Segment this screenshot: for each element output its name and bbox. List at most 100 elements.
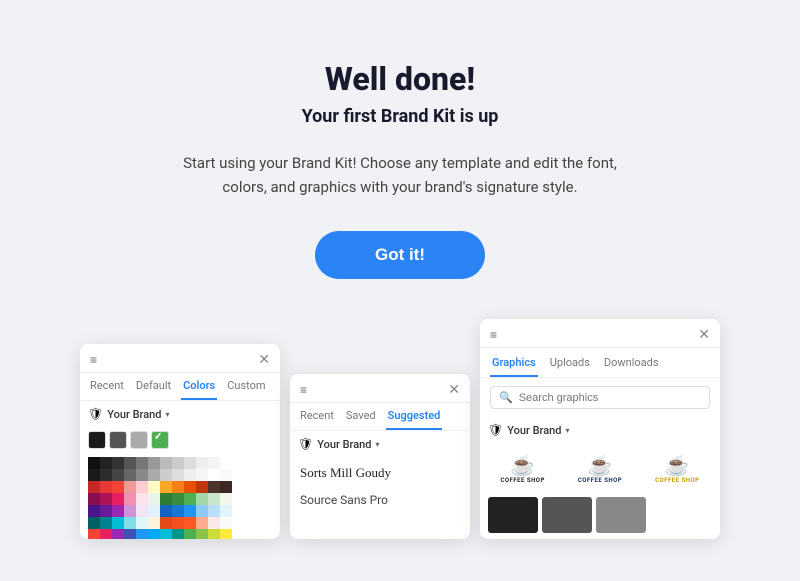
tab-custom[interactable]: Custom: [225, 379, 267, 400]
palette-cell[interactable]: [112, 481, 124, 493]
palette-cell[interactable]: [100, 529, 112, 539]
palette-cell[interactable]: [160, 481, 172, 493]
palette-cell[interactable]: [148, 529, 160, 539]
palette-cell[interactable]: [196, 529, 208, 539]
palette-cell[interactable]: [112, 505, 124, 517]
swatch-gray[interactable]: [130, 431, 148, 449]
palette-cell[interactable]: [148, 457, 160, 469]
logo-item-gold[interactable]: ☕ COFFEE SHOP: [651, 447, 703, 489]
palette-cell[interactable]: [88, 481, 100, 493]
palette-cell[interactable]: [100, 469, 112, 481]
palette-cell[interactable]: [184, 457, 196, 469]
palette-cell[interactable]: [160, 529, 172, 539]
palette-cell[interactable]: [196, 505, 208, 517]
tab-colors[interactable]: Colors: [181, 379, 217, 400]
palette-cell[interactable]: [184, 529, 196, 539]
brand-selector[interactable]: 🛡 Your Brand ▾: [80, 401, 280, 427]
palette-cell[interactable]: [136, 481, 148, 493]
palette-cell[interactable]: [160, 505, 172, 517]
palette-cell[interactable]: [88, 517, 100, 529]
tab-uploads[interactable]: Uploads: [548, 356, 592, 377]
close-icon[interactable]: ✕: [258, 352, 270, 368]
palette-cell[interactable]: [208, 457, 220, 469]
palette-cell[interactable]: [124, 457, 136, 469]
tab-recent[interactable]: Recent: [88, 379, 126, 400]
palette-cell[interactable]: [208, 469, 220, 481]
logo-item-navy[interactable]: ☕ COFFEE SHOP: [574, 447, 626, 489]
palette-cell[interactable]: [184, 493, 196, 505]
close-icon-mid[interactable]: ✕: [448, 382, 460, 398]
palette-cell[interactable]: [172, 457, 184, 469]
palette-cell[interactable]: [220, 517, 232, 529]
palette-cell[interactable]: [124, 505, 136, 517]
close-icon-right[interactable]: ✕: [698, 327, 710, 343]
tab-graphics[interactable]: Graphics: [490, 356, 538, 377]
palette-cell[interactable]: [148, 505, 160, 517]
palette-cell[interactable]: [208, 529, 220, 539]
palette-cell[interactable]: [220, 505, 232, 517]
palette-cell[interactable]: [88, 529, 100, 539]
palette-cell[interactable]: [184, 481, 196, 493]
palette-cell[interactable]: [148, 469, 160, 481]
palette-cell[interactable]: [88, 457, 100, 469]
palette-cell[interactable]: [172, 493, 184, 505]
palette-cell[interactable]: [196, 457, 208, 469]
brand-selector-mid[interactable]: 🛡 Your Brand ▾: [290, 431, 470, 457]
palette-cell[interactable]: [220, 529, 232, 539]
palette-cell[interactable]: [100, 481, 112, 493]
palette-cell[interactable]: [124, 517, 136, 529]
got-it-button[interactable]: Got it!: [315, 231, 485, 279]
palette-cell[interactable]: [160, 493, 172, 505]
palette-cell[interactable]: [220, 469, 232, 481]
palette-cell[interactable]: [172, 469, 184, 481]
swatch-dark[interactable]: [109, 431, 127, 449]
tab-saved[interactable]: Saved: [344, 409, 378, 430]
palette-cell[interactable]: [112, 469, 124, 481]
palette-cell[interactable]: [100, 493, 112, 505]
swatch-black[interactable]: [88, 431, 106, 449]
palette-cell[interactable]: [148, 481, 160, 493]
palette-cell[interactable]: [208, 481, 220, 493]
search-bar[interactable]: 🔍: [490, 386, 710, 409]
palette-cell[interactable]: [124, 469, 136, 481]
palette-cell[interactable]: [136, 517, 148, 529]
palette-cell[interactable]: [160, 517, 172, 529]
palette-cell[interactable]: [148, 517, 160, 529]
palette-cell[interactable]: [160, 457, 172, 469]
palette-cell[interactable]: [196, 481, 208, 493]
brand-selector-right[interactable]: 🛡 Your Brand ▾: [480, 417, 720, 443]
palette-cell[interactable]: [208, 517, 220, 529]
palette-cell[interactable]: [136, 469, 148, 481]
swatch-green-checked[interactable]: ✓: [151, 431, 169, 449]
search-input[interactable]: [519, 392, 701, 404]
palette-cell[interactable]: [208, 493, 220, 505]
palette-cell[interactable]: [112, 493, 124, 505]
palette-cell[interactable]: [88, 469, 100, 481]
palette-cell[interactable]: [172, 517, 184, 529]
palette-cell[interactable]: [184, 517, 196, 529]
palette-cell[interactable]: [196, 469, 208, 481]
tab-suggested[interactable]: Suggested: [386, 409, 443, 430]
palette-cell[interactable]: [88, 493, 100, 505]
palette-cell[interactable]: [172, 505, 184, 517]
palette-cell[interactable]: [220, 457, 232, 469]
palette-cell[interactable]: [220, 481, 232, 493]
palette-cell[interactable]: [124, 529, 136, 539]
palette-cell[interactable]: [136, 493, 148, 505]
palette-cell[interactable]: [208, 505, 220, 517]
palette-cell[interactable]: [124, 493, 136, 505]
palette-cell[interactable]: [136, 505, 148, 517]
palette-cell[interactable]: [136, 457, 148, 469]
font-item-2[interactable]: Source Sans Pro: [300, 493, 460, 507]
palette-cell[interactable]: [160, 469, 172, 481]
palette-cell[interactable]: [112, 457, 124, 469]
palette-cell[interactable]: [100, 505, 112, 517]
palette-cell[interactable]: [172, 481, 184, 493]
tab-recent-mid[interactable]: Recent: [298, 409, 336, 430]
font-item-1[interactable]: Sorts Mill Goudy: [300, 465, 460, 481]
palette-cell[interactable]: [100, 457, 112, 469]
palette-cell[interactable]: [184, 505, 196, 517]
palette-cell[interactable]: [196, 517, 208, 529]
logo-item-black[interactable]: ☕ COFFEE SHOP: [497, 447, 549, 489]
palette-cell[interactable]: [172, 529, 184, 539]
